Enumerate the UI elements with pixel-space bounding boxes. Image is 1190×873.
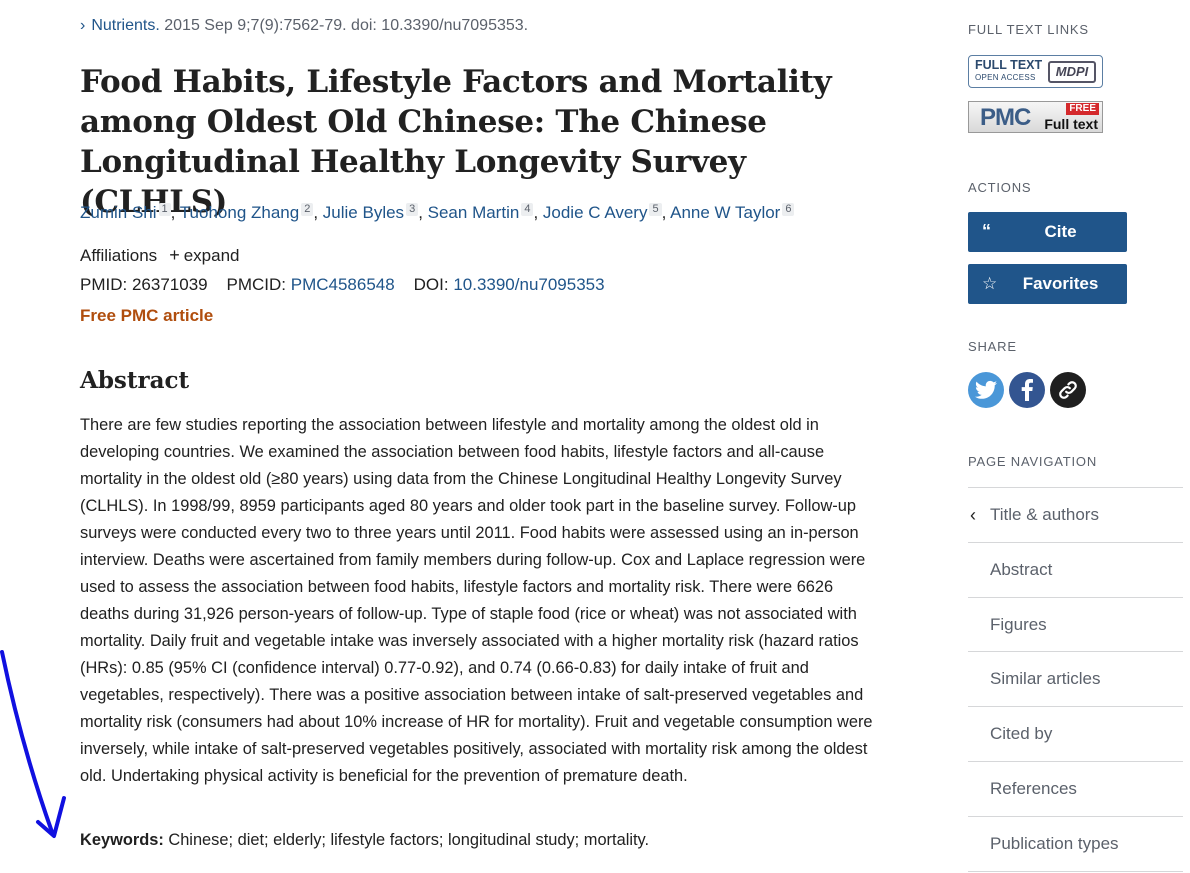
citation-line: › Nutrients. 2015 Sep 9;7(9):7562-79. doi… [80, 17, 528, 35]
pmid-value: 26371039 [131, 275, 208, 294]
pmcid-link[interactable]: PMC4586548 [291, 275, 395, 294]
keywords-label: Keywords: [80, 831, 164, 849]
keywords: Keywords: Chinese; diet; elderly; lifest… [80, 831, 649, 850]
nav-item-label: Similar articles [990, 669, 1101, 689]
share-buttons [968, 372, 1086, 408]
actions-heading: ACTIONS [968, 180, 1032, 195]
affiliation-number[interactable]: 5 [649, 203, 662, 216]
author-link[interactable]: Zumin Shi [80, 203, 157, 222]
doi-link[interactable]: 10.3390/nu7095353 [453, 275, 604, 294]
nav-item-title-authors[interactable]: ‹ Title & authors [968, 488, 1183, 543]
link-icon[interactable] [1050, 372, 1086, 408]
page-title: Food Habits, Lifestyle Factors and Morta… [80, 64, 832, 220]
identifiers: PMID: 26371039 PMCID: PMC4586548 DOI: 10… [80, 275, 605, 295]
chevron-right-icon[interactable]: › [80, 17, 85, 35]
nav-item-abstract[interactable]: Abstract [968, 543, 1183, 598]
journal-link[interactable]: Nutrients. [91, 17, 159, 34]
affiliation-number[interactable]: 4 [521, 203, 534, 216]
nav-item-similar-articles[interactable]: Similar articles [968, 652, 1183, 708]
chevron-left-icon: ‹ [970, 505, 976, 525]
mdpi-full-text-link[interactable]: FULL TEXT OPEN ACCESS MDPI [968, 55, 1103, 88]
nav-item-label: Title & authors [990, 505, 1099, 524]
pmcid-label: PMCID: [226, 275, 287, 294]
nav-item-label: Abstract [990, 559, 1053, 579]
author-list: Zumin Shi 1, Tuohong Zhang 2, Julie Byles 3… [80, 203, 795, 223]
free-pmc-label: Free PMC article [80, 306, 214, 325]
affiliation-number[interactable]: 6 [782, 203, 795, 216]
plus-icon: + [169, 245, 180, 265]
cite-label: Cite [1044, 222, 1077, 241]
affiliation-number[interactable]: 3 [406, 203, 419, 216]
affiliation-number[interactable]: 1 [158, 203, 171, 216]
mdpi-full-text-label: FULL TEXT [975, 58, 1043, 72]
author-link[interactable]: Tuohong Zhang [180, 203, 299, 222]
favorites-button[interactable]: ☆ Favorites [968, 264, 1127, 304]
doi-label: DOI: [413, 275, 449, 294]
nav-item-cited-by[interactable]: Cited by [968, 707, 1183, 762]
annotation-arrow [0, 650, 66, 838]
affiliations-label: Affiliations [80, 246, 158, 265]
affiliation-number[interactable]: 2 [301, 203, 314, 216]
nav-item-references[interactable]: References [968, 762, 1183, 817]
citation-details: 2015 Sep 9;7(9):7562-79. doi: 10.3390/nu… [159, 17, 529, 34]
nav-item-label: Publication types [990, 833, 1119, 853]
pmc-full-text-label: Full text [1044, 116, 1098, 132]
keywords-list: Chinese; diet; elderly; lifestyle factor… [163, 831, 650, 849]
expand-label: expand [183, 246, 240, 265]
favorites-label: Favorites [1022, 274, 1099, 293]
author-link[interactable]: Jodie C Avery [543, 203, 648, 222]
twitter-icon[interactable] [968, 372, 1004, 408]
affiliations-toggle[interactable]: Affiliations + expand [80, 245, 239, 266]
share-heading: SHARE [968, 339, 1017, 354]
author-link[interactable]: Julie Byles [323, 203, 404, 222]
nav-item-figures[interactable]: Figures [968, 598, 1183, 653]
cite-button[interactable]: “ Cite [968, 212, 1127, 252]
nav-item-label: References [990, 778, 1077, 798]
facebook-icon[interactable] [1009, 372, 1045, 408]
abstract-heading: Abstract [80, 367, 190, 394]
author-link[interactable]: Sean Martin [428, 203, 520, 222]
author-link[interactable]: Anne W Taylor [670, 203, 780, 222]
nav-item-label: Cited by [990, 724, 1053, 744]
nav-item-label: Figures [990, 614, 1047, 634]
pmid-label: PMID: [80, 275, 128, 294]
pmc-free-label: FREE [1066, 103, 1099, 115]
page-navigation: ‹ Title & authors Abstract Figures Simila… [968, 487, 1183, 872]
mdpi-open-access-label: OPEN ACCESS [975, 73, 1036, 82]
abstract-text: There are few studies reporting the asso… [80, 416, 873, 785]
page-navigation-heading: PAGE NAVIGATION [968, 454, 1098, 469]
nav-item-publication-types[interactable]: Publication types [968, 817, 1183, 872]
pmc-full-text-link[interactable]: PMC FREE Full text [968, 101, 1103, 133]
pmc-logo: PMC [980, 104, 1031, 131]
mdpi-logo: MDPI [1048, 61, 1096, 83]
full-text-links-heading: FULL TEXT LINKS [968, 22, 1089, 37]
